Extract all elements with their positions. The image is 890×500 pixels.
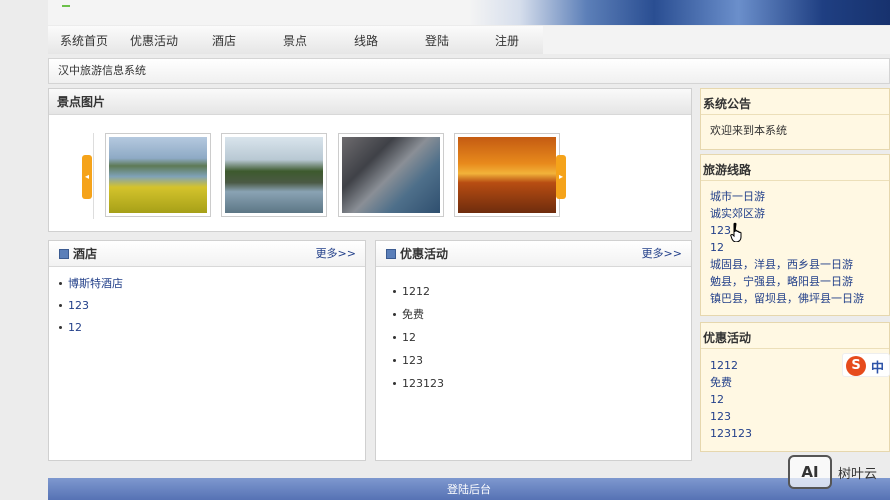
ime-lang: 中 bbox=[871, 361, 885, 376]
gallery-prev-arrow[interactable]: ◂ bbox=[82, 155, 92, 199]
list-item[interactable]: 123 bbox=[59, 297, 365, 319]
nav-item-attractions[interactable]: 景点 bbox=[260, 32, 330, 49]
gallery-thumb-1[interactable] bbox=[105, 133, 211, 217]
notice-title: 系统公告 bbox=[701, 93, 889, 115]
routes-box: 旅游线路 城市一日游 诚实郊区游 123 12 城固县，洋县，西乡县一日游 勉县… bbox=[700, 154, 890, 316]
section-icon bbox=[386, 249, 396, 259]
route-link[interactable]: 城市一日游 bbox=[710, 188, 889, 205]
notice-body: 欢迎来到本系统 bbox=[701, 115, 889, 138]
route-link[interactable]: 城固县，洋县，西乡县一日游 bbox=[710, 256, 889, 273]
list-item[interactable]: 博斯特酒店 bbox=[59, 275, 365, 297]
list-item[interactable]: 12 bbox=[59, 319, 365, 341]
nav-item-register[interactable]: 注册 bbox=[472, 32, 542, 49]
promotion-link[interactable]: 12 bbox=[710, 391, 889, 408]
banner-mark bbox=[62, 5, 70, 7]
nav-item-hotels[interactable]: 酒店 bbox=[188, 32, 260, 49]
top-banner bbox=[48, 0, 890, 25]
promotions-more-link[interactable]: 更多>> bbox=[642, 241, 682, 267]
list-item[interactable]: 免费 bbox=[393, 306, 691, 329]
watermark: AI 树叶云 bbox=[788, 455, 890, 491]
hotels-more-link[interactable]: 更多>> bbox=[316, 241, 356, 267]
side-promotions-box: 优惠活动 1212 免费 12 123 123123 bbox=[700, 322, 890, 452]
gallery-title: 景点图片 bbox=[49, 89, 691, 115]
site-title-bar: 汉中旅游信息系统 bbox=[48, 58, 890, 84]
watermark-text: 树叶云 bbox=[838, 467, 878, 482]
nav-item-login[interactable]: 登陆 bbox=[402, 32, 472, 49]
gallery-thumb-2[interactable] bbox=[221, 133, 327, 217]
attraction-photo bbox=[458, 137, 556, 213]
routes-title: 旅游线路 bbox=[701, 159, 889, 181]
list-item[interactable]: 123123 bbox=[393, 375, 691, 398]
attraction-photo bbox=[109, 137, 207, 213]
route-link[interactable]: 勉县，宁强县，略阳县一日游 bbox=[710, 273, 889, 290]
hotels-header: 酒店 更多>> bbox=[49, 241, 365, 267]
sogou-icon: S bbox=[846, 356, 866, 376]
nav-item-routes[interactable]: 线路 bbox=[330, 32, 402, 49]
attraction-gallery: 景点图片 ◂ ▸ bbox=[48, 88, 692, 232]
hotels-title: 酒店 bbox=[73, 247, 98, 261]
hotels-box: 酒店 更多>> 博斯特酒店 123 12 bbox=[48, 240, 366, 461]
gallery-thumb-3[interactable] bbox=[338, 133, 444, 217]
attraction-photo bbox=[225, 137, 323, 213]
attraction-photo bbox=[342, 137, 440, 213]
hand-cursor-icon bbox=[730, 222, 742, 242]
ime-indicator[interactable]: S 中 bbox=[842, 353, 890, 377]
gallery-thumb-4[interactable] bbox=[454, 133, 560, 217]
watermark-logo: AI bbox=[788, 455, 832, 489]
admin-login-button[interactable]: 登陆后台 bbox=[48, 478, 890, 500]
promotions-title: 优惠活动 bbox=[400, 247, 449, 261]
promotion-link[interactable]: 123123 bbox=[710, 425, 889, 442]
nav-item-promotions[interactable]: 优惠活动 bbox=[120, 32, 188, 49]
list-item[interactable]: 123 bbox=[393, 352, 691, 375]
promotions-header: 优惠活动 更多>> bbox=[376, 241, 691, 267]
nav-filler bbox=[543, 26, 890, 54]
promotions-box: 优惠活动 更多>> 1212 免费 12 123 123123 bbox=[375, 240, 692, 461]
promotions-list: 1212 免费 12 123 123123 bbox=[376, 283, 691, 398]
routes-list: 城市一日游 诚实郊区游 123 12 城固县，洋县，西乡县一日游 勉县，宁强县，… bbox=[701, 181, 889, 307]
side-promotions-title: 优惠活动 bbox=[701, 327, 889, 349]
site-title: 汉中旅游信息系统 bbox=[58, 64, 146, 77]
notice-text: 欢迎来到本系统 bbox=[710, 124, 787, 137]
section-icon bbox=[59, 249, 69, 259]
promotion-link[interactable]: 123 bbox=[710, 408, 889, 425]
notice-box: 系统公告 欢迎来到本系统 bbox=[700, 88, 890, 150]
route-link[interactable]: 诚实郊区游 bbox=[710, 205, 889, 222]
hotels-list: 博斯特酒店 123 12 bbox=[49, 275, 365, 341]
gallery-next-arrow[interactable]: ▸ bbox=[556, 155, 566, 199]
route-link[interactable]: 镇巴县，留坝县，佛坪县一日游 bbox=[710, 290, 889, 307]
list-item[interactable]: 1212 bbox=[393, 283, 691, 306]
list-item[interactable]: 12 bbox=[393, 329, 691, 352]
nav-item-home[interactable]: 系统首页 bbox=[48, 32, 120, 49]
gallery-divider bbox=[93, 133, 94, 219]
main-nav: 系统首页 优惠活动 酒店 景点 线路 登陆 注册 bbox=[48, 26, 543, 54]
